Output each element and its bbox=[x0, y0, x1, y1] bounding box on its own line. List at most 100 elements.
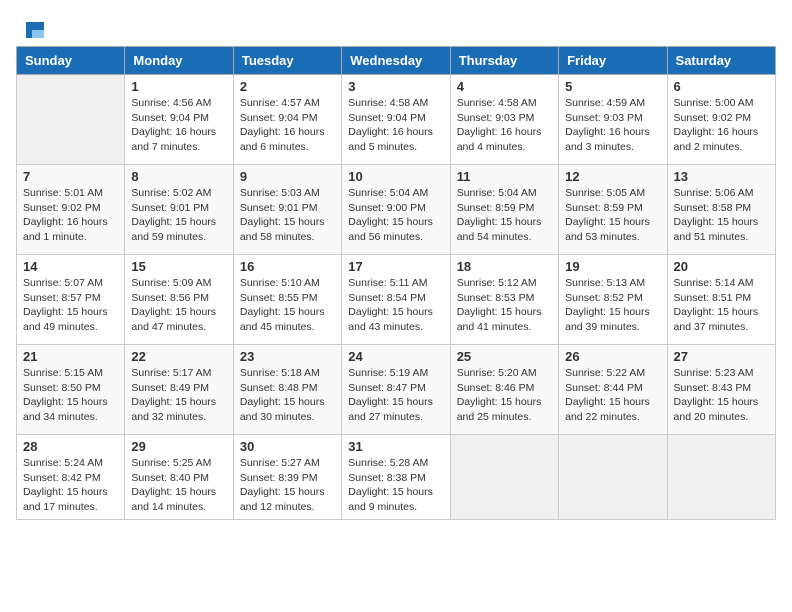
day-number: 29 bbox=[131, 439, 226, 454]
calendar-cell: 22 Sunrise: 5:17 AM Sunset: 8:49 PM Dayli… bbox=[125, 345, 233, 435]
calendar-cell: 8 Sunrise: 5:02 AM Sunset: 9:01 PM Daylig… bbox=[125, 165, 233, 255]
calendar-cell: 6 Sunrise: 5:00 AM Sunset: 9:02 PM Daylig… bbox=[667, 75, 775, 165]
day-info: Sunrise: 5:15 AM Sunset: 8:50 PM Dayligh… bbox=[23, 366, 118, 425]
day-number: 11 bbox=[457, 169, 552, 184]
day-info: Sunrise: 4:56 AM Sunset: 9:04 PM Dayligh… bbox=[131, 96, 226, 155]
day-info: Sunrise: 4:58 AM Sunset: 9:04 PM Dayligh… bbox=[348, 96, 443, 155]
day-number: 25 bbox=[457, 349, 552, 364]
calendar-cell: 4 Sunrise: 4:58 AM Sunset: 9:03 PM Daylig… bbox=[450, 75, 558, 165]
day-number: 6 bbox=[674, 79, 769, 94]
day-header-sunday: Sunday bbox=[17, 47, 125, 75]
calendar-cell: 31Sunrise: 5:28 AM Sunset: 8:38 PM Dayli… bbox=[342, 435, 450, 520]
day-info: Sunrise: 5:23 AM Sunset: 8:43 PM Dayligh… bbox=[674, 366, 769, 425]
calendar-cell: 15Sunrise: 5:09 AM Sunset: 8:56 PM Dayli… bbox=[125, 255, 233, 345]
calendar-week-row: 7 Sunrise: 5:01 AM Sunset: 9:02 PM Daylig… bbox=[17, 165, 776, 255]
day-number: 22 bbox=[131, 349, 226, 364]
calendar-cell: 28Sunrise: 5:24 AM Sunset: 8:42 PM Dayli… bbox=[17, 435, 125, 520]
calendar-cell: 7 Sunrise: 5:01 AM Sunset: 9:02 PM Daylig… bbox=[17, 165, 125, 255]
day-number: 4 bbox=[457, 79, 552, 94]
day-info: Sunrise: 5:17 AM Sunset: 8:49 PM Dayligh… bbox=[131, 366, 226, 425]
calendar-cell: 20 Sunrise: 5:14 AM Sunset: 8:51 PM Dayli… bbox=[667, 255, 775, 345]
day-info: Sunrise: 5:05 AM Sunset: 8:59 PM Dayligh… bbox=[565, 186, 660, 245]
day-info: Sunrise: 5:27 AM Sunset: 8:39 PM Dayligh… bbox=[240, 456, 335, 515]
day-number: 3 bbox=[348, 79, 443, 94]
calendar-week-row: 28Sunrise: 5:24 AM Sunset: 8:42 PM Dayli… bbox=[17, 435, 776, 520]
day-number: 2 bbox=[240, 79, 335, 94]
day-number: 16 bbox=[240, 259, 335, 274]
calendar-cell: 2 Sunrise: 4:57 AM Sunset: 9:04 PM Daylig… bbox=[233, 75, 341, 165]
calendar-cell bbox=[17, 75, 125, 165]
calendar-cell: 5 Sunrise: 4:59 AM Sunset: 9:03 PM Daylig… bbox=[559, 75, 667, 165]
calendar-cell: 16 Sunrise: 5:10 AM Sunset: 8:55 PM Dayli… bbox=[233, 255, 341, 345]
calendar-cell: 21 Sunrise: 5:15 AM Sunset: 8:50 PM Dayli… bbox=[17, 345, 125, 435]
day-number: 27 bbox=[674, 349, 769, 364]
day-info: Sunrise: 5:04 AM Sunset: 9:00 PM Dayligh… bbox=[348, 186, 443, 245]
calendar-cell: 26 Sunrise: 5:22 AM Sunset: 8:44 PM Dayli… bbox=[559, 345, 667, 435]
day-number: 17 bbox=[348, 259, 443, 274]
calendar-cell: 9Sunrise: 5:03 AM Sunset: 9:01 PM Daylig… bbox=[233, 165, 341, 255]
day-number: 26 bbox=[565, 349, 660, 364]
day-number: 8 bbox=[131, 169, 226, 184]
day-number: 21 bbox=[23, 349, 118, 364]
calendar-cell: 23 Sunrise: 5:18 AM Sunset: 8:48 PM Dayli… bbox=[233, 345, 341, 435]
calendar-week-row: 14 Sunrise: 5:07 AM Sunset: 8:57 PM Dayli… bbox=[17, 255, 776, 345]
day-info: Sunrise: 4:57 AM Sunset: 9:04 PM Dayligh… bbox=[240, 96, 335, 155]
calendar-cell: 14 Sunrise: 5:07 AM Sunset: 8:57 PM Dayli… bbox=[17, 255, 125, 345]
day-number: 18 bbox=[457, 259, 552, 274]
calendar-cell: 3 Sunrise: 4:58 AM Sunset: 9:04 PM Daylig… bbox=[342, 75, 450, 165]
day-info: Sunrise: 5:01 AM Sunset: 9:02 PM Dayligh… bbox=[23, 186, 118, 245]
calendar-cell: 19 Sunrise: 5:13 AM Sunset: 8:52 PM Dayli… bbox=[559, 255, 667, 345]
day-info: Sunrise: 5:10 AM Sunset: 8:55 PM Dayligh… bbox=[240, 276, 335, 335]
calendar-cell: 1 Sunrise: 4:56 AM Sunset: 9:04 PM Daylig… bbox=[125, 75, 233, 165]
day-info: Sunrise: 5:19 AM Sunset: 8:47 PM Dayligh… bbox=[348, 366, 443, 425]
calendar-week-row: 21 Sunrise: 5:15 AM Sunset: 8:50 PM Dayli… bbox=[17, 345, 776, 435]
day-info: Sunrise: 5:25 AM Sunset: 8:40 PM Dayligh… bbox=[131, 456, 226, 515]
calendar-cell: 10 Sunrise: 5:04 AM Sunset: 9:00 PM Dayli… bbox=[342, 165, 450, 255]
day-info: Sunrise: 4:59 AM Sunset: 9:03 PM Dayligh… bbox=[565, 96, 660, 155]
day-number: 10 bbox=[348, 169, 443, 184]
day-number: 5 bbox=[565, 79, 660, 94]
calendar-cell: 17Sunrise: 5:11 AM Sunset: 8:54 PM Dayli… bbox=[342, 255, 450, 345]
day-number: 13 bbox=[674, 169, 769, 184]
day-info: Sunrise: 5:07 AM Sunset: 8:57 PM Dayligh… bbox=[23, 276, 118, 335]
day-number: 20 bbox=[674, 259, 769, 274]
day-info: Sunrise: 5:14 AM Sunset: 8:51 PM Dayligh… bbox=[674, 276, 769, 335]
day-number: 9 bbox=[240, 169, 335, 184]
day-number: 1 bbox=[131, 79, 226, 94]
day-info: Sunrise: 5:12 AM Sunset: 8:53 PM Dayligh… bbox=[457, 276, 552, 335]
logo-icon bbox=[18, 16, 44, 42]
calendar-cell: 12Sunrise: 5:05 AM Sunset: 8:59 PM Dayli… bbox=[559, 165, 667, 255]
day-number: 19 bbox=[565, 259, 660, 274]
day-info: Sunrise: 5:18 AM Sunset: 8:48 PM Dayligh… bbox=[240, 366, 335, 425]
day-header-thursday: Thursday bbox=[450, 47, 558, 75]
calendar-cell bbox=[559, 435, 667, 520]
day-info: Sunrise: 5:02 AM Sunset: 9:01 PM Dayligh… bbox=[131, 186, 226, 245]
calendar-week-row: 1 Sunrise: 4:56 AM Sunset: 9:04 PM Daylig… bbox=[17, 75, 776, 165]
day-number: 23 bbox=[240, 349, 335, 364]
calendar-cell: 24 Sunrise: 5:19 AM Sunset: 8:47 PM Dayli… bbox=[342, 345, 450, 435]
calendar-cell: 13 Sunrise: 5:06 AM Sunset: 8:58 PM Dayli… bbox=[667, 165, 775, 255]
day-number: 7 bbox=[23, 169, 118, 184]
day-number: 31 bbox=[348, 439, 443, 454]
logo bbox=[16, 16, 44, 38]
day-header-tuesday: Tuesday bbox=[233, 47, 341, 75]
calendar-header-row: SundayMondayTuesdayWednesdayThursdayFrid… bbox=[17, 47, 776, 75]
calendar-cell: 30Sunrise: 5:27 AM Sunset: 8:39 PM Dayli… bbox=[233, 435, 341, 520]
day-number: 14 bbox=[23, 259, 118, 274]
day-header-saturday: Saturday bbox=[667, 47, 775, 75]
day-info: Sunrise: 5:04 AM Sunset: 8:59 PM Dayligh… bbox=[457, 186, 552, 245]
day-number: 24 bbox=[348, 349, 443, 364]
page-header bbox=[16, 16, 776, 38]
day-header-wednesday: Wednesday bbox=[342, 47, 450, 75]
day-info: Sunrise: 5:06 AM Sunset: 8:58 PM Dayligh… bbox=[674, 186, 769, 245]
day-info: Sunrise: 5:00 AM Sunset: 9:02 PM Dayligh… bbox=[674, 96, 769, 155]
day-info: Sunrise: 5:20 AM Sunset: 8:46 PM Dayligh… bbox=[457, 366, 552, 425]
calendar-cell: 11 Sunrise: 5:04 AM Sunset: 8:59 PM Dayli… bbox=[450, 165, 558, 255]
calendar-cell: 27 Sunrise: 5:23 AM Sunset: 8:43 PM Dayli… bbox=[667, 345, 775, 435]
day-info: Sunrise: 4:58 AM Sunset: 9:03 PM Dayligh… bbox=[457, 96, 552, 155]
day-info: Sunrise: 5:13 AM Sunset: 8:52 PM Dayligh… bbox=[565, 276, 660, 335]
calendar: SundayMondayTuesdayWednesdayThursdayFrid… bbox=[16, 46, 776, 520]
day-number: 28 bbox=[23, 439, 118, 454]
calendar-cell: 18 Sunrise: 5:12 AM Sunset: 8:53 PM Dayli… bbox=[450, 255, 558, 345]
day-info: Sunrise: 5:22 AM Sunset: 8:44 PM Dayligh… bbox=[565, 366, 660, 425]
